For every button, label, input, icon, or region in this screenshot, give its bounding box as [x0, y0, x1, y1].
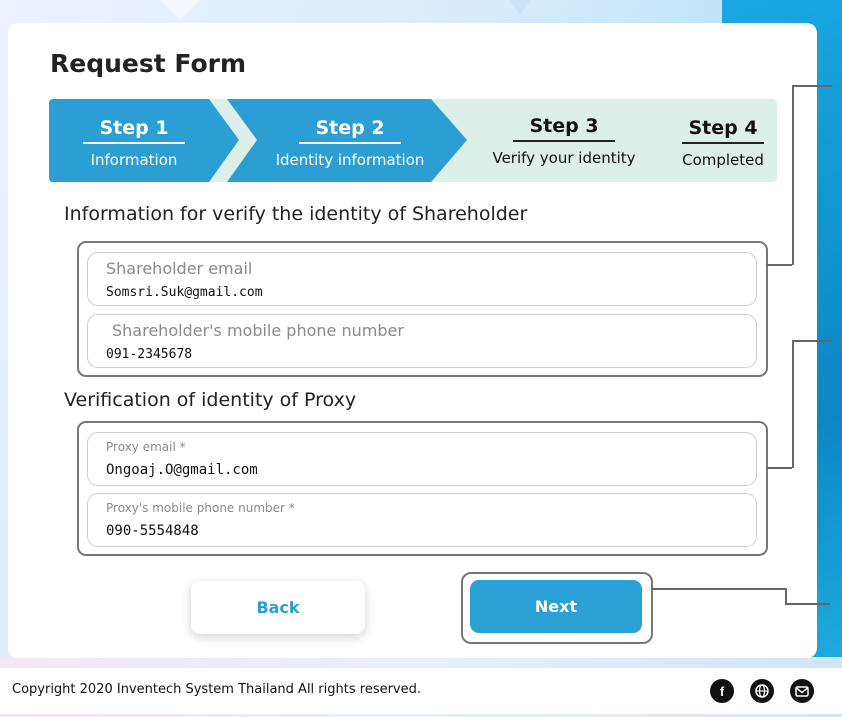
back-button[interactable]: Back: [191, 581, 365, 634]
copyright-text: Copyright 2020 Inventech System Thailand…: [12, 682, 422, 697]
connector-line: [766, 467, 792, 469]
shareholder-fields-group: Shareholder email Somsri.Suk@gmail.com S…: [77, 241, 768, 377]
globe-icon[interactable]: [750, 679, 774, 703]
shareholder-email-field[interactable]: Shareholder email Somsri.Suk@gmail.com: [87, 252, 757, 306]
connector-line: [651, 588, 786, 590]
proxy-email-field[interactable]: Proxy email * Ongoaj.O@gmail.com: [87, 432, 757, 486]
connector-line: [792, 340, 794, 468]
shareholder-section-heading: Information for verify the identity of S…: [64, 203, 528, 225]
stepper: Step 1 Information Step 2 Identity infor…: [49, 99, 777, 182]
step-1-label: Information: [90, 151, 178, 169]
step-1: Step 1 Information: [49, 99, 219, 182]
proxy-phone-value: 090-5554848: [106, 523, 199, 539]
proxy-phone-label: Proxy's mobile phone number *: [106, 501, 295, 515]
connector-line: [785, 588, 787, 604]
step-4-label: Completed: [682, 151, 764, 169]
step-4: Step 4 Completed: [669, 99, 777, 182]
proxy-fields-group: Proxy email * Ongoaj.O@gmail.com Proxy's…: [77, 421, 768, 556]
step-2: Step 2 Identity information: [245, 99, 455, 182]
step-3-number: Step 3: [513, 115, 615, 142]
shareholder-phone-label: Shareholder's mobile phone number: [112, 321, 404, 340]
mail-icon[interactable]: [790, 679, 814, 703]
connector-line: [792, 85, 832, 87]
shareholder-email-value: Somsri.Suk@gmail.com: [106, 285, 263, 300]
step-1-number: Step 1: [83, 117, 185, 144]
step-2-number: Step 2: [299, 117, 401, 144]
proxy-email-label: Proxy email *: [106, 440, 186, 454]
step-3-label: Verify your identity: [492, 149, 636, 167]
shareholder-phone-value: 091-2345678: [106, 347, 193, 362]
proxy-phone-field[interactable]: Proxy's mobile phone number * 090-555484…: [87, 493, 757, 547]
connector-line: [785, 603, 830, 605]
background-triangle: [480, 0, 560, 15]
connector-line: [792, 85, 794, 265]
background-triangle: [120, 0, 240, 20]
shareholder-phone-field[interactable]: Shareholder's mobile phone number 091-23…: [87, 314, 757, 368]
connector-line: [792, 340, 832, 342]
page-title: Request Form: [50, 49, 247, 78]
step-3: Step 3 Verify your identity: [469, 99, 659, 182]
step-4-number: Step 4: [682, 117, 764, 144]
proxy-email-value: Ongoaj.O@gmail.com: [106, 462, 258, 478]
request-form-card: Request Form Step 1 Information Step 2 I…: [8, 23, 817, 658]
connector-line: [766, 264, 792, 266]
step-2-label: Identity information: [275, 151, 425, 169]
next-button[interactable]: Next: [470, 580, 642, 633]
facebook-icon[interactable]: f: [710, 679, 734, 703]
shareholder-email-label: Shareholder email: [106, 259, 253, 278]
proxy-section-heading: Verification of identity of Proxy: [64, 389, 357, 411]
social-icons: f: [710, 679, 814, 703]
footer: Copyright 2020 Inventech System Thailand…: [0, 668, 842, 714]
